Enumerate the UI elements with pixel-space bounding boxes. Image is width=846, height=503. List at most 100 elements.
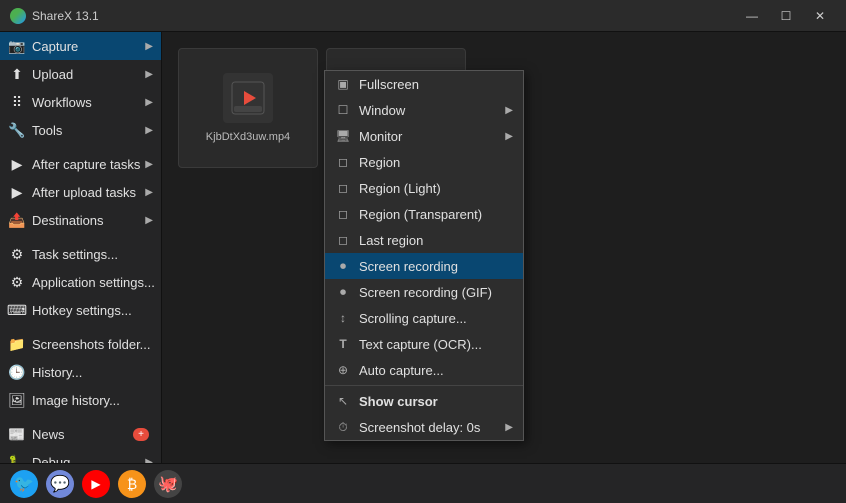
maximize-button[interactable]: ☐: [770, 2, 802, 30]
workflows-arrow: ▶: [145, 97, 153, 108]
region-transparent-icon: ◻: [335, 206, 351, 222]
auto-capture-label: Auto capture...: [359, 363, 513, 378]
after-upload-icon: ▶: [8, 183, 26, 201]
screenshot-delay-icon: ⏱: [335, 419, 351, 435]
upload-label: Upload: [32, 67, 145, 82]
submenu-region[interactable]: ◻ Region: [325, 149, 523, 175]
sidebar-item-screenshots[interactable]: 📁 Screenshots folder...: [0, 330, 161, 358]
file-icon-1: [223, 73, 273, 123]
submenu-screen-recording[interactable]: ⏺ Screen recording: [325, 253, 523, 279]
submenu-fullscreen[interactable]: ▣ Fullscreen: [325, 71, 523, 97]
close-button[interactable]: ✕: [804, 2, 836, 30]
screenshot-delay-label: Screenshot delay: 0s: [359, 420, 497, 435]
sidebar-item-app-settings[interactable]: ⚙ Application settings...: [0, 268, 161, 296]
minimize-button[interactable]: —: [736, 2, 768, 30]
after-upload-label: After upload tasks: [32, 185, 145, 200]
region-light-label: Region (Light): [359, 181, 513, 196]
history-icon: 🕒: [8, 363, 26, 381]
scrolling-capture-label: Scrolling capture...: [359, 311, 513, 326]
app-settings-label: Application settings...: [32, 275, 155, 290]
discord-icon[interactable]: 💬: [46, 470, 74, 498]
destinations-label: Destinations: [32, 213, 145, 228]
sidebar-item-history[interactable]: 🕒 History...: [0, 358, 161, 386]
sidebar-item-workflows[interactable]: ⠿ Workflows ▶: [0, 88, 161, 116]
capture-label: Capture: [32, 39, 145, 54]
capture-arrow: ▶: [145, 41, 153, 52]
region-label: Region: [359, 155, 513, 170]
submenu-text-capture[interactable]: T Text capture (OCR)...: [325, 331, 523, 357]
region-light-icon: ◻: [335, 180, 351, 196]
submenu-region-transparent[interactable]: ◻ Region (Transparent): [325, 201, 523, 227]
sidebar-item-hotkey-settings[interactable]: ⌨ Hotkey settings...: [0, 296, 161, 324]
fullscreen-icon: ▣: [335, 76, 351, 92]
image-history-icon: 🖼: [8, 391, 26, 409]
submenu-screen-recording-gif[interactable]: ⏺ Screen recording (GIF): [325, 279, 523, 305]
workflows-icon: ⠿: [8, 93, 26, 111]
auto-capture-icon: ⊕: [335, 362, 351, 378]
sidebar-item-destinations[interactable]: 📤 Destinations ▶: [0, 206, 161, 234]
show-cursor-icon: ↖: [335, 393, 351, 409]
sidebar-item-image-history[interactable]: 🖼 Image history...: [0, 386, 161, 414]
tools-icon: 🔧: [8, 121, 26, 139]
screen-recording-icon: ⏺: [335, 258, 351, 274]
github-icon[interactable]: 🐙: [154, 470, 182, 498]
news-icon: 📰: [8, 425, 26, 443]
app-settings-icon: ⚙: [8, 273, 26, 291]
hotkey-settings-label: Hotkey settings...: [32, 303, 153, 318]
file-card-1[interactable]: KjbDtXd3uw.mp4: [178, 48, 318, 168]
submenu-scrolling-capture[interactable]: ↕ Scrolling capture...: [325, 305, 523, 331]
region-icon: ◻: [335, 154, 351, 170]
window-controls: — ☐ ✕: [736, 2, 836, 30]
scrolling-capture-icon: ↕: [335, 310, 351, 326]
submenu-auto-capture[interactable]: ⊕ Auto capture...: [325, 357, 523, 383]
window-arrow: ▶: [505, 105, 513, 116]
main-layout: 📷 Capture ▶ ⬆ Upload ▶ ⠿ Workflows ▶ 🔧 T…: [0, 32, 846, 463]
task-settings-icon: ⚙: [8, 245, 26, 263]
bitcoin-icon[interactable]: ₿: [118, 470, 146, 498]
task-settings-label: Task settings...: [32, 247, 153, 262]
capture-icon: 📷: [8, 37, 26, 55]
text-capture-icon: T: [335, 336, 351, 352]
app-icon: [10, 8, 26, 24]
title-bar: ShareX 13.1 — ☐ ✕: [0, 0, 846, 32]
screen-recording-label: Screen recording: [359, 259, 513, 274]
submenu-screenshot-delay[interactable]: ⏱ Screenshot delay: 0s ▶: [325, 414, 523, 440]
twitter-icon[interactable]: 🐦: [10, 470, 38, 498]
sidebar-item-task-settings[interactable]: ⚙ Task settings...: [0, 240, 161, 268]
screenshot-delay-arrow: ▶: [505, 422, 513, 433]
submenu-show-cursor[interactable]: ↖ Show cursor: [325, 388, 523, 414]
region-transparent-label: Region (Transparent): [359, 207, 513, 222]
sidebar-item-upload[interactable]: ⬆ Upload ▶: [0, 60, 161, 88]
social-bar: 🐦 💬 ▶ ₿ 🐙: [0, 463, 846, 503]
sidebar-item-after-capture[interactable]: ▶ After capture tasks ▶: [0, 150, 161, 178]
last-region-icon: ◻: [335, 232, 351, 248]
screenshots-icon: 📁: [8, 335, 26, 353]
content-area: KjbDtXd3uw.mp4 FMMW3HmtxJ.mp4 ▣ Fullscre…: [162, 32, 846, 463]
sidebar-item-capture[interactable]: 📷 Capture ▶: [0, 32, 161, 60]
window-label: Window: [359, 103, 497, 118]
sidebar-item-tools[interactable]: 🔧 Tools ▶: [0, 116, 161, 144]
sidebar-item-debug[interactable]: 🐛 Debug ▶: [0, 448, 161, 463]
submenu-monitor[interactable]: 🖥 Monitor ▶: [325, 123, 523, 149]
sidebar-item-after-upload[interactable]: ▶ After upload tasks ▶: [0, 178, 161, 206]
screenshots-label: Screenshots folder...: [32, 337, 153, 352]
window-icon: ☐: [335, 102, 351, 118]
submenu-divider: [325, 385, 523, 386]
youtube-icon[interactable]: ▶: [82, 470, 110, 498]
news-badge: +: [133, 428, 149, 441]
sidebar-item-news[interactable]: 📰 News +: [0, 420, 161, 448]
sidebar: 📷 Capture ▶ ⬆ Upload ▶ ⠿ Workflows ▶ 🔧 T…: [0, 32, 162, 463]
after-capture-arrow: ▶: [145, 159, 153, 170]
upload-icon: ⬆: [8, 65, 26, 83]
history-label: History...: [32, 365, 153, 380]
monitor-label: Monitor: [359, 129, 497, 144]
submenu-window[interactable]: ☐ Window ▶: [325, 97, 523, 123]
submenu-region-light[interactable]: ◻ Region (Light): [325, 175, 523, 201]
submenu-last-region[interactable]: ◻ Last region: [325, 227, 523, 253]
capture-submenu: ▣ Fullscreen ☐ Window ▶ 🖥 Monitor ▶ ◻ Re…: [324, 70, 524, 441]
after-capture-icon: ▶: [8, 155, 26, 173]
debug-arrow: ▶: [145, 457, 153, 464]
monitor-arrow: ▶: [505, 131, 513, 142]
file-name-1: KjbDtXd3uw.mp4: [202, 131, 294, 143]
fullscreen-label: Fullscreen: [359, 77, 513, 92]
